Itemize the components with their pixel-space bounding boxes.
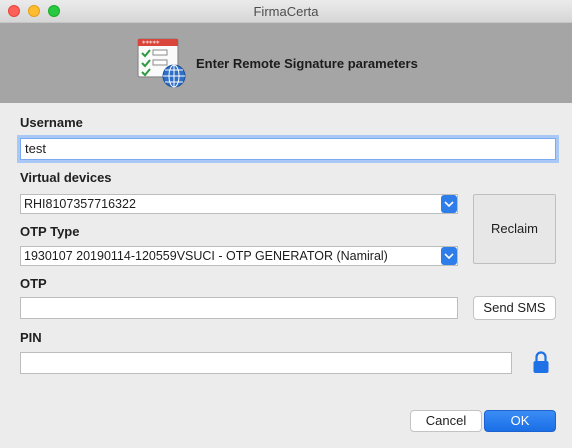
chevron-down-icon[interactable] bbox=[441, 247, 457, 265]
cancel-button[interactable]: Cancel bbox=[410, 410, 482, 432]
dialog-header: ***** Enter Remote Signature parameters bbox=[0, 23, 572, 103]
virtual-devices-label: Virtual devices bbox=[20, 170, 112, 185]
pin-input[interactable] bbox=[20, 352, 512, 374]
send-sms-button[interactable]: Send SMS bbox=[473, 296, 556, 320]
header-icon-stars: ***** bbox=[142, 39, 160, 47]
otp-type-label: OTP Type bbox=[20, 224, 80, 239]
dialog-header-title: Enter Remote Signature parameters bbox=[196, 56, 418, 71]
reclaim-button[interactable]: Reclaim bbox=[473, 194, 556, 264]
otp-type-value: 1930107 20190114-120559VSUCI - OTP GENER… bbox=[24, 249, 388, 263]
otp-type-select[interactable]: 1930107 20190114-120559VSUCI - OTP GENER… bbox=[20, 246, 458, 266]
lock-icon[interactable] bbox=[532, 350, 550, 374]
virtual-devices-value: RHI8107357716322 bbox=[24, 197, 136, 211]
certificate-list-globe-icon: ***** bbox=[137, 38, 186, 88]
ok-button[interactable]: OK bbox=[484, 410, 556, 432]
otp-label: OTP bbox=[20, 276, 47, 291]
title-bar[interactable]: FirmaCerta bbox=[0, 0, 572, 23]
otp-input[interactable] bbox=[20, 297, 458, 319]
pin-label: PIN bbox=[20, 330, 42, 345]
username-input[interactable]: test bbox=[20, 138, 556, 160]
chevron-down-icon[interactable] bbox=[441, 195, 457, 213]
dialog-window: FirmaCerta ***** Enter Remote Signature … bbox=[0, 0, 572, 448]
username-label: Username bbox=[20, 115, 83, 130]
window-title: FirmaCerta bbox=[253, 4, 319, 19]
virtual-devices-select[interactable]: RHI8107357716322 bbox=[20, 194, 458, 214]
